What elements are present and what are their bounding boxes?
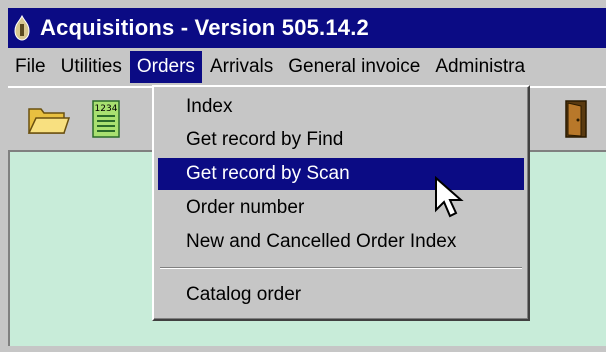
application-window: Acquisitions - Version 505.14.2 File Uti… — [0, 0, 606, 352]
menu-general-invoice[interactable]: General invoice — [281, 51, 427, 83]
open-folder-icon — [27, 108, 70, 134]
menu-administration[interactable]: Administra — [428, 51, 532, 83]
number-list-button[interactable]: 1234 — [80, 94, 132, 144]
app-icon — [10, 13, 34, 43]
mouse-pointer-icon — [435, 176, 464, 218]
window-title: Acquisitions - Version 505.14.2 — [40, 15, 369, 40]
menu-utilities[interactable]: Utilities — [54, 51, 129, 83]
title-bar[interactable]: Acquisitions - Version 505.14.2 — [8, 8, 606, 48]
exit-button[interactable] — [550, 94, 602, 144]
exit-door-icon — [565, 100, 587, 138]
menu-item-order-number[interactable]: Order number — [158, 192, 524, 224]
menu-orders[interactable]: Orders — [129, 51, 202, 83]
numeric-list-icon: 1234 — [92, 100, 120, 138]
orders-dropdown-menu: Index Get record by Find Get record by S… — [152, 85, 530, 321]
menu-file[interactable]: File — [8, 51, 53, 83]
menu-item-new-and-cancelled-order-index[interactable]: New and Cancelled Order Index — [158, 226, 524, 258]
menu-arrivals[interactable]: Arrivals — [203, 51, 280, 83]
menu-item-get-record-by-scan[interactable]: Get record by Scan — [158, 158, 524, 190]
open-folder-button[interactable] — [22, 94, 74, 144]
menu-separator — [160, 267, 522, 269]
menu-item-get-record-by-find[interactable]: Get record by Find — [158, 124, 524, 156]
menu-item-catalog-order[interactable]: Catalog order — [158, 279, 524, 311]
svg-text:1234: 1234 — [95, 104, 118, 114]
menu-bar: File Utilities Orders Arrivals General i… — [8, 49, 606, 85]
menu-item-index[interactable]: Index — [158, 91, 524, 123]
